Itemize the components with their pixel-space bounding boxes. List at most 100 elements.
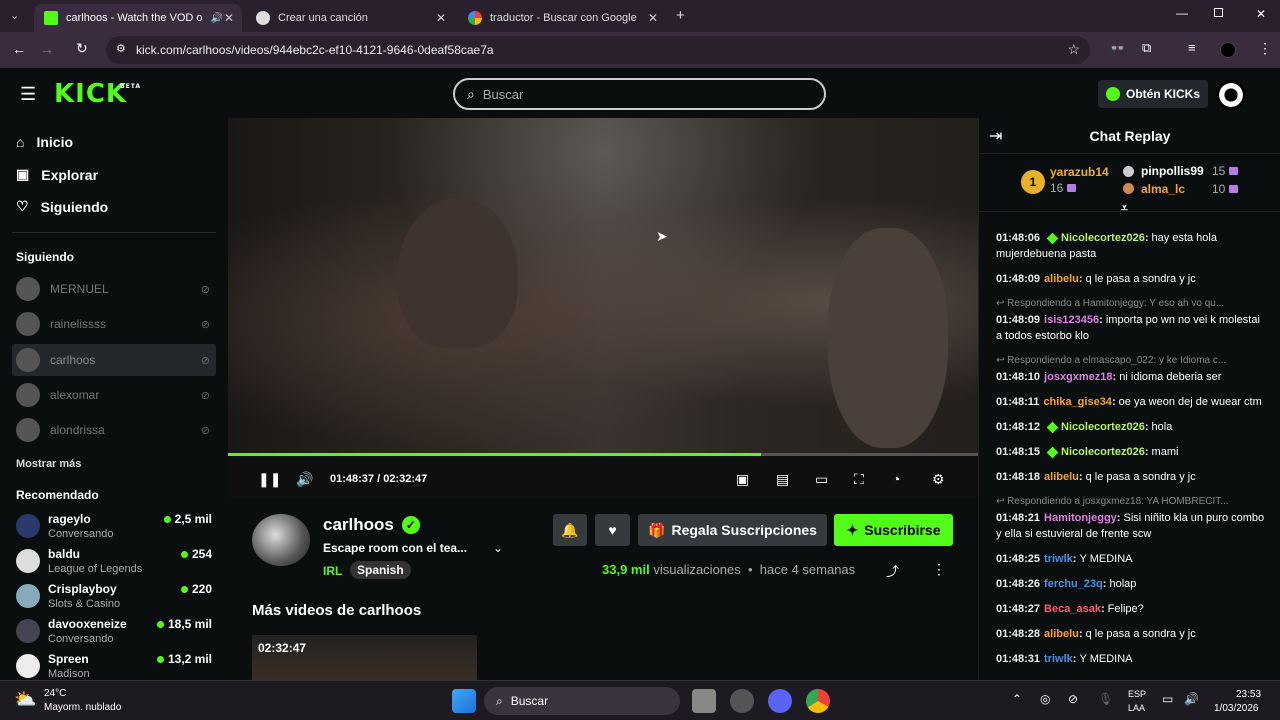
new-tab-plus-icon[interactable]: +: [676, 7, 685, 24]
lang-code[interactable]: ESP: [1128, 689, 1146, 699]
wifi-icon[interactable]: ▭: [1162, 692, 1173, 706]
close-tab-icon[interactable]: ✕: [436, 11, 446, 25]
browser-menu-icon[interactable]: ⋮: [1258, 40, 1272, 57]
restore-icon[interactable]: [1214, 8, 1223, 17]
message-username[interactable]: alibelu: [1044, 273, 1079, 285]
following-channel[interactable]: rainelissss ⊘: [12, 308, 216, 340]
tab-list-chevron-icon[interactable]: ⌄: [10, 9, 19, 22]
settings-gear-icon[interactable]: ⚙: [932, 471, 945, 488]
reload-icon[interactable]: ↻: [76, 40, 88, 57]
more-options-icon[interactable]: ⋮: [932, 561, 946, 578]
discord-icon[interactable]: [768, 689, 792, 713]
recommended-channel[interactable]: Spreen Madison 13,2 mil: [16, 650, 216, 684]
chrome-icon[interactable]: [806, 689, 830, 713]
nav-explore[interactable]: ▣ Explorar: [16, 166, 98, 183]
language-tag[interactable]: Spanish: [350, 561, 411, 579]
tab-kick[interactable]: carlhoos - Watch the VOD o 🔊 ✕: [34, 4, 242, 32]
back-arrow-icon[interactable]: ←: [12, 41, 26, 57]
clip-icon[interactable]: ▤: [776, 471, 789, 488]
speaker-icon[interactable]: 🔊: [211, 13, 223, 24]
following-channel[interactable]: alexomar ⊘: [12, 379, 216, 411]
following-channel[interactable]: MERNUEL ⊘: [12, 273, 216, 305]
weather-icon[interactable]: ⛅: [14, 689, 36, 710]
nav-following[interactable]: ♡ Siguiendo: [16, 198, 108, 215]
leader-name[interactable]: yarazub14: [1050, 165, 1109, 179]
tray-network-icon[interactable]: ⊘: [1068, 692, 1078, 706]
subscribe-button[interactable]: ✦ Suscribirse: [834, 514, 953, 546]
tab-song[interactable]: Crear una canción ✕: [246, 4, 454, 32]
following-channel[interactable]: alondrissa ⊘: [12, 414, 216, 446]
fullscreen-icon[interactable]: ⛶: [854, 471, 864, 488]
get-kicks-button[interactable]: Obtén KICKs: [1098, 80, 1208, 108]
gift-subs-button[interactable]: 🎁 Regala Suscripciones: [638, 514, 827, 546]
user-avatar[interactable]: [1216, 80, 1246, 110]
message-username[interactable]: alibelu: [1044, 471, 1079, 483]
leader-name[interactable]: alma_lc: [1141, 182, 1185, 196]
message-username[interactable]: chika_gise34: [1043, 396, 1112, 408]
incognito-icon[interactable]: 👓: [1110, 41, 1125, 55]
kick-logo[interactable]: KICK BETA: [54, 79, 140, 109]
message-username[interactable]: triwlk: [1044, 653, 1073, 665]
forward-arrow-icon[interactable]: →: [40, 41, 54, 57]
taskbar-search[interactable]: ⌕ Buscar: [484, 687, 680, 715]
miniplayer-icon[interactable]: ▣: [736, 471, 749, 488]
message-separator: :: [1144, 232, 1152, 244]
minimize-icon[interactable]: —: [1176, 6, 1188, 20]
tray-app-icon[interactable]: ◎: [1040, 692, 1050, 706]
playback-speed-icon[interactable]: ◔: [892, 471, 900, 487]
share-icon[interactable]: ⤴: [886, 561, 899, 580]
close-tab-icon[interactable]: ✕: [224, 11, 234, 25]
close-window-icon[interactable]: ✕: [1256, 7, 1266, 21]
recommended-channel[interactable]: Crisplayboy Slots & Casino 220: [16, 580, 216, 614]
search-input[interactable]: ⌕ Buscar: [453, 78, 826, 110]
app-icon[interactable]: [730, 689, 754, 713]
message-username[interactable]: Nicolecortez026: [1061, 421, 1145, 433]
leader-name[interactable]: pinpollis99: [1141, 164, 1204, 178]
message-username[interactable]: Nicolecortez026: [1061, 232, 1145, 244]
message-username[interactable]: Nicolecortez026: [1061, 446, 1145, 458]
clock-time[interactable]: 23:53: [1236, 689, 1261, 700]
media-control-icon[interactable]: ≡: [1188, 40, 1196, 55]
message-username[interactable]: ferchu_23q: [1044, 578, 1103, 590]
video-player[interactable]: ➤: [228, 118, 978, 453]
message-username[interactable]: Hamitonjeggy: [1044, 512, 1117, 524]
video-thumbnail[interactable]: 02:32:47: [252, 635, 477, 680]
lang-layout[interactable]: LAA: [1128, 703, 1145, 713]
expand-leaderboard-icon[interactable]: ⩡: [1121, 201, 1128, 216]
following-channel[interactable]: carlhoos ⊘: [12, 344, 216, 376]
progress-bar[interactable]: [228, 453, 978, 456]
message-username[interactable]: alibelu: [1044, 628, 1079, 640]
site-info-icon[interactable]: ⚙: [116, 42, 126, 55]
pause-icon[interactable]: ❚❚: [258, 471, 281, 488]
address-bar[interactable]: ⚙ kick.com/carlhoos/videos/944ebc2c-ef10…: [106, 36, 1090, 64]
task-view-icon[interactable]: [692, 689, 716, 713]
message-username[interactable]: josxgxmez18: [1044, 371, 1112, 383]
bookmark-star-icon[interactable]: ☆: [1067, 41, 1080, 58]
recommended-channel[interactable]: baldu League of Legends 254: [16, 545, 216, 579]
theater-mode-icon[interactable]: ▭: [815, 471, 828, 488]
extensions-puzzle-icon[interactable]: ⧉: [1142, 40, 1151, 56]
message-username[interactable]: isis123456: [1044, 314, 1099, 326]
message-username[interactable]: Beca_asak: [1044, 603, 1101, 615]
tray-chevron-icon[interactable]: ⌃: [1012, 692, 1022, 706]
show-more-link[interactable]: Mostrar más: [16, 458, 81, 470]
nav-home[interactable]: ⌂ Inicio: [16, 134, 73, 150]
channel-avatar[interactable]: [252, 514, 310, 566]
chevron-down-icon[interactable]: ⌄: [493, 541, 503, 555]
tab-google[interactable]: traductor - Buscar con Google ✕: [458, 4, 666, 32]
channel-name[interactable]: carlhoos ✓: [323, 515, 420, 535]
recommended-channel[interactable]: rageylo Conversando 2,5 mil: [16, 510, 216, 544]
volume-icon[interactable]: 🔊: [296, 471, 313, 488]
recommended-channel[interactable]: davooxeneize Conversando 18,5 mil: [16, 615, 216, 649]
message-username[interactable]: triwlk: [1044, 553, 1073, 565]
follow-heart-button[interactable]: ♥: [595, 514, 630, 546]
microphone-icon[interactable]: 🎙: [1098, 692, 1113, 706]
close-tab-icon[interactable]: ✕: [648, 11, 658, 25]
profile-avatar[interactable]: [1220, 42, 1236, 58]
category-link[interactable]: IRL: [323, 564, 342, 578]
notification-bell-button[interactable]: 🔔: [553, 514, 587, 546]
windows-start-icon[interactable]: [452, 689, 476, 713]
clock-date[interactable]: 1/03/2026: [1214, 703, 1259, 714]
hamburger-menu-icon[interactable]: ☰: [20, 84, 36, 105]
volume-icon[interactable]: 🔊: [1184, 692, 1199, 706]
